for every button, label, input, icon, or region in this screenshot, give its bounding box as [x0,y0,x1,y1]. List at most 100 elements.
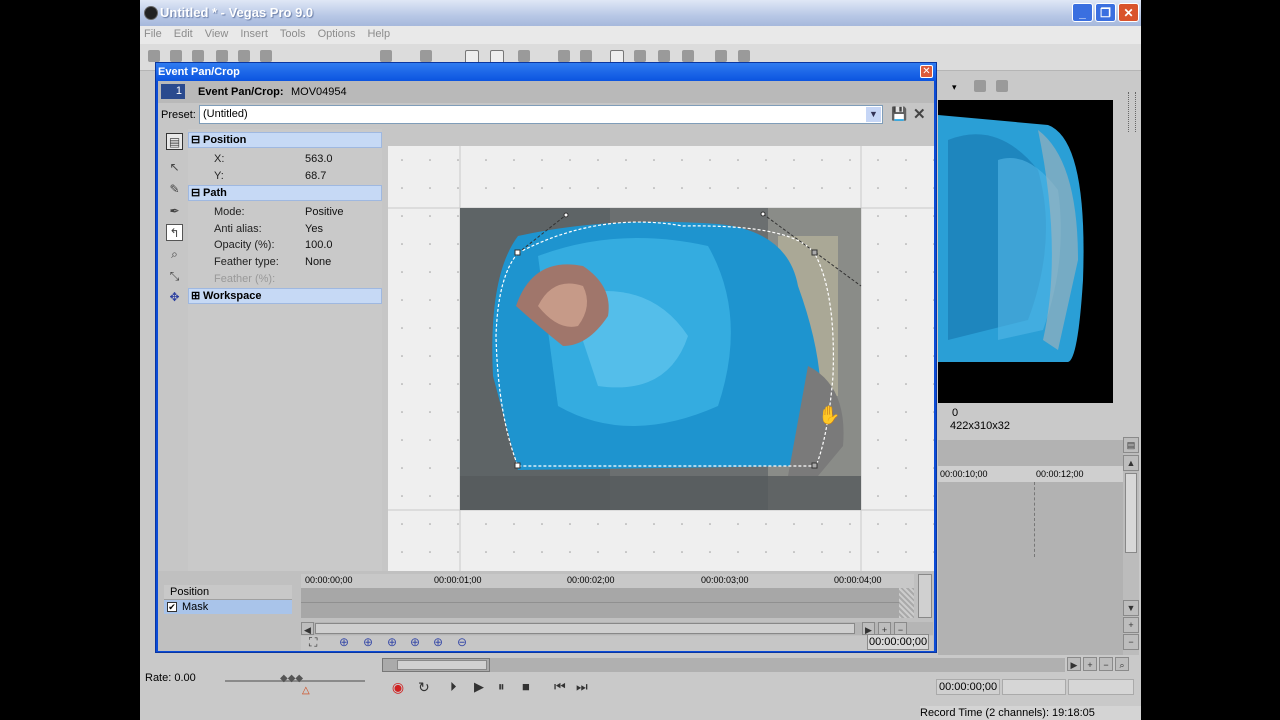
collapse-icon[interactable]: ⊟ [191,186,200,199]
keyframe-track-position[interactable]: Position [164,585,292,600]
normal-edit-icon[interactable]: ↖ [166,159,183,176]
record-icon[interactable]: ◉ [388,679,408,697]
workspace-canvas[interactable]: ✋ [388,146,934,571]
timeline-vscroll[interactable]: ▤ ▲ ▼ + − [1123,437,1139,672]
mask-anchor-point[interactable] [811,462,818,469]
scroll-thumb[interactable] [1125,473,1137,553]
ignore-grouping-icon[interactable] [580,50,592,62]
last-keyframe-icon[interactable]: ⊕ [410,635,420,649]
tangent-handle[interactable] [563,212,569,218]
menu-options[interactable]: Options [318,26,356,42]
property-row-anti-alias[interactable]: Anti alias: Yes [188,221,382,238]
previous-keyframe-icon[interactable]: ⊕ [363,635,373,649]
envelope-tool-icon[interactable] [634,50,646,62]
rate-slider-thumb-icon[interactable]: ◆◆◆ [280,673,303,684]
timeline-zoom-out-icon[interactable]: − [1099,657,1113,671]
timeline-ruler[interactable]: 00:00:10;00 00:00:12;00 [938,466,1123,482]
anchor-add-icon[interactable]: ✒ [166,203,183,220]
scroll-right-icon[interactable]: ▶ [1067,657,1081,671]
scroll-left-icon[interactable]: ◀ [301,622,314,635]
hscroll-thumb[interactable] [315,623,855,634]
hscroll-thumb[interactable] [397,660,487,670]
property-value[interactable]: None [305,254,331,270]
mask-anchor-point[interactable] [514,249,521,256]
property-row-y[interactable]: Y: 68.7 [188,168,382,185]
render-icon[interactable] [216,50,228,62]
maximize-button[interactable]: ❐ [1095,3,1116,22]
undo-icon[interactable] [380,50,392,62]
selection-tool-icon[interactable] [658,50,670,62]
dropdown-arrow-icon[interactable]: ▾ [952,82,957,93]
scroll-up-icon[interactable]: ▲ [1123,455,1139,471]
workspace-section-header[interactable]: ⊞ Workspace [188,288,382,304]
menu-help[interactable]: Help [367,26,390,42]
save-snapshot-icon[interactable] [996,80,1008,92]
timeline-hscroll[interactable] [382,658,490,672]
play-icon[interactable]: ▶ [474,679,484,695]
chevron-down-icon[interactable]: ▼ [866,107,881,122]
property-row-mode[interactable]: Mode: Positive [188,204,382,221]
save-icon[interactable] [192,50,204,62]
properties-icon[interactable] [238,50,250,62]
property-value[interactable]: 100.0 [305,237,333,253]
next-keyframe-icon[interactable]: ⊕ [387,635,397,649]
split-tangent-icon[interactable]: ↰ [166,224,183,241]
zoom-icon[interactable]: ⌕ [166,246,183,263]
play-from-start-icon[interactable]: ⏵ [450,679,457,695]
menu-file[interactable]: File [144,26,162,42]
property-row-opacity[interactable]: Opacity (%): 100.0 [188,237,382,254]
delete-preset-icon[interactable]: ✕ [913,105,926,123]
dock-grip[interactable] [1128,92,1136,132]
cursor-time-display[interactable]: 00:00:00;00 [867,634,929,650]
property-row-x[interactable]: X: 563.0 [188,151,382,168]
keyframe-vscroll[interactable] [918,574,932,618]
timeline-menu-icon[interactable]: ▤ [1123,437,1139,453]
move-icon[interactable]: ✥ [166,289,183,306]
keyframe-track-mask[interactable]: ✔ Mask [164,600,292,614]
hscroll-track[interactable] [490,658,1065,672]
expand-icon[interactable]: ⊞ [191,289,200,302]
keyframe-lanes[interactable] [301,588,914,618]
loop-icon[interactable]: ↻ [418,679,430,696]
add-keyframe-icon[interactable]: ⊕ [433,635,443,649]
cut-icon[interactable] [260,50,272,62]
keyframe-hscroll[interactable]: ◀ ▶ + − [301,622,933,635]
menu-insert[interactable]: Insert [240,26,268,42]
anchor-creation-icon[interactable]: ✎ [166,181,183,198]
minimize-button[interactable]: _ [1072,3,1093,22]
zoom-tool-small-icon[interactable]: ⌕ [1115,657,1129,671]
go-to-end-icon[interactable]: ⏭ [576,679,588,695]
lock-envelopes-icon[interactable] [558,50,570,62]
zoom-out-icon[interactable]: − [1123,634,1139,650]
property-row-feather-type[interactable]: Feather type: None [188,254,382,271]
save-preset-icon[interactable]: 💾 [891,106,907,122]
pan-crop-workspace[interactable]: ✋ [388,146,934,571]
collapse-icon[interactable]: ⊟ [191,133,200,146]
pause-icon[interactable]: ⏸ [498,679,505,695]
whats-this-icon[interactable] [738,50,750,62]
first-keyframe-icon[interactable]: ⊕ [339,635,349,649]
scroll-down-icon[interactable]: ▼ [1123,600,1139,616]
sync-cursor-icon[interactable]: ⛶ [309,635,317,650]
menu-edit[interactable]: Edit [174,26,193,42]
menu-tools[interactable]: Tools [280,26,306,42]
zoom-tool-icon[interactable] [682,50,694,62]
mask-checkbox[interactable]: ✔ [167,602,177,612]
stop-icon[interactable]: ■ [522,679,530,694]
timeline-zoom-in-icon[interactable]: + [1083,657,1097,671]
preset-dropdown[interactable]: (Untitled) ▼ [199,105,883,124]
position-section-header[interactable]: ⊟ Position [188,132,382,148]
keyframe-ruler[interactable]: 00:00:00;00 00:00:01;00 00:00:02;00 00:0… [301,574,914,588]
delete-keyframe-icon[interactable]: ⊖ [457,635,467,649]
open-icon[interactable] [170,50,182,62]
path-section-header[interactable]: ⊟ Path [188,185,382,201]
menu-view[interactable]: View [205,26,229,42]
ripple-icon[interactable] [518,50,530,62]
dialog-close-button[interactable]: ✕ [920,65,933,78]
property-value[interactable]: Positive [305,204,344,220]
new-icon[interactable] [148,50,160,62]
property-value[interactable]: 68.7 [305,168,326,184]
property-value[interactable]: 563.0 [305,151,333,167]
mask-anchor-point[interactable] [514,462,521,469]
redo-icon[interactable] [420,50,432,62]
